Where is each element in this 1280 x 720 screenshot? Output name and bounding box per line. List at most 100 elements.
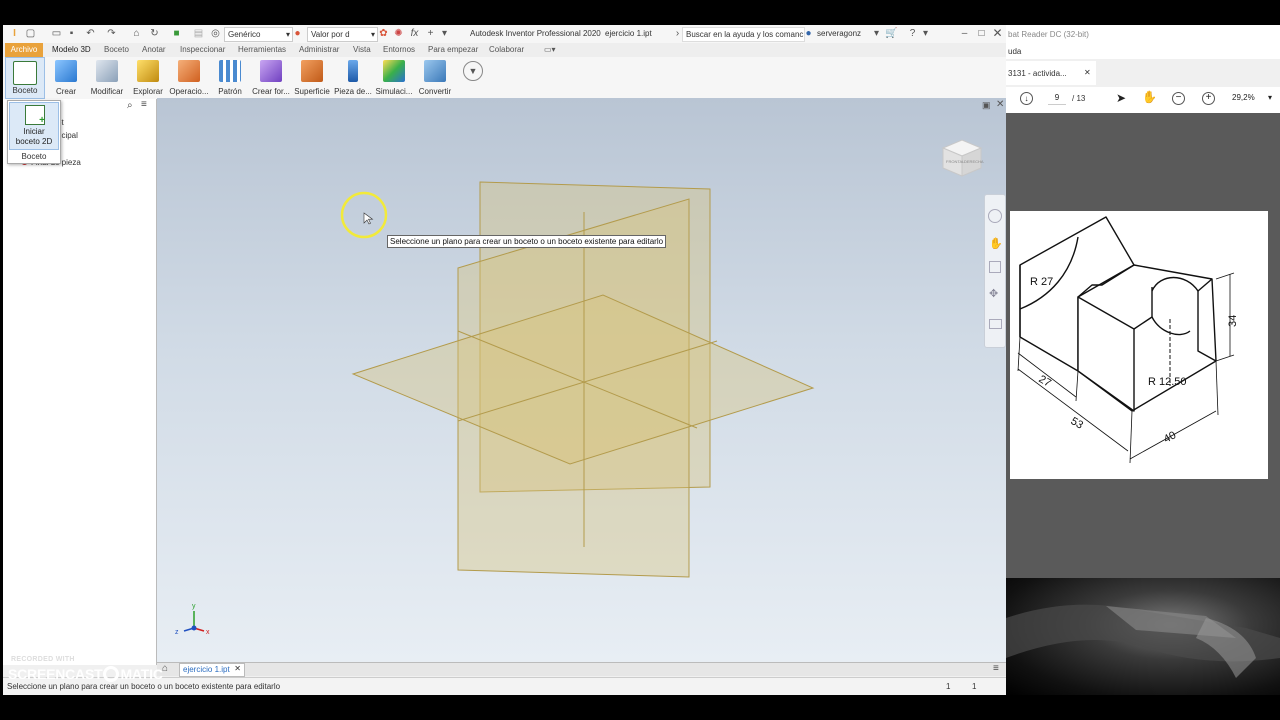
appearance-combo[interactable]: Valor por d ▾: [307, 27, 378, 42]
orbit-icon[interactable]: ✥: [989, 287, 998, 300]
page-number-input[interactable]: 9: [1048, 92, 1066, 105]
view-cube[interactable]: FRONTAL DERECHA: [937, 132, 987, 182]
maximize-icon[interactable]: □: [976, 28, 987, 39]
next-page-icon[interactable]: ↓: [1020, 92, 1033, 105]
browser-search-icon[interactable]: ⌕: [127, 100, 133, 111]
modificar-button[interactable]: Modificar: [87, 57, 127, 99]
tab-vista[interactable]: Vista: [353, 45, 371, 54]
help-icon[interactable]: ?: [907, 28, 918, 39]
fx-icon[interactable]: fx: [409, 28, 420, 39]
update-icon[interactable]: ↻: [149, 28, 160, 39]
patron-button[interactable]: Patrón: [210, 57, 250, 99]
minimize-icon[interactable]: –: [959, 28, 970, 39]
tabs-menu-icon[interactable]: ≡: [993, 663, 999, 674]
zoom-in-icon[interactable]: +: [1202, 92, 1215, 105]
pan-icon[interactable]: ✋: [989, 237, 1003, 250]
acrobat-document-area[interactable]: R 27 34 R 12.50 27 53 40: [1006, 113, 1280, 578]
label-40: 40: [1162, 429, 1178, 445]
zoom-icon[interactable]: [989, 261, 1001, 273]
explorar-label: Explorar: [133, 87, 163, 96]
redo-icon[interactable]: ↷: [106, 28, 117, 39]
record-icon: [103, 666, 120, 682]
axis-triad: [183, 611, 205, 632]
home-icon[interactable]: ⌂: [131, 28, 142, 39]
adjust-icon[interactable]: ✺: [393, 28, 404, 39]
simulation-icon: [383, 60, 405, 82]
photo-thumbnail: [1006, 578, 1280, 695]
tab-inspeccionar[interactable]: Inspeccionar: [180, 45, 225, 54]
ribbon-expand-icon[interactable]: ▼: [463, 61, 483, 81]
tab-herramientas[interactable]: Herramientas: [238, 45, 286, 54]
new-file-icon[interactable]: ▢: [25, 28, 36, 39]
panel-options-icon[interactable]: ▭▾: [544, 45, 556, 54]
customize-icon[interactable]: ▾: [439, 28, 450, 39]
tooltip: Seleccione un plano para crear un boceto…: [387, 235, 667, 248]
tab-modelo-3d[interactable]: Modelo 3D: [52, 45, 91, 54]
tab-archivo-label: Archivo: [10, 45, 38, 54]
explorar-button[interactable]: Explorar: [128, 57, 168, 99]
label-r1250: R 12.50: [1148, 376, 1187, 388]
appearance-combo-value: Valor por d: [311, 30, 350, 39]
save-icon[interactable]: ▪: [66, 28, 77, 39]
page-total: / 13: [1072, 94, 1086, 103]
tab-entornos[interactable]: Entornos: [383, 45, 415, 54]
zoom-select[interactable]: 29,2% ▾: [1232, 92, 1272, 104]
browser-menu-icon[interactable]: ≡: [141, 99, 147, 110]
boceto-button[interactable]: Boceto: [5, 57, 45, 99]
look-at-icon[interactable]: [989, 319, 1002, 329]
doc-tab-close-icon[interactable]: ✕: [234, 664, 241, 673]
hand-tool-icon[interactable]: ✋: [1142, 90, 1157, 104]
view-close-icon[interactable]: ✕: [996, 99, 1004, 110]
tab-anotar[interactable]: Anotar: [142, 45, 166, 54]
undo-icon[interactable]: ↶: [85, 28, 96, 39]
pdf-page: R 27 34 R 12.50 27 53 40: [1010, 211, 1268, 479]
clear-appearance-icon[interactable]: ✿: [378, 28, 389, 39]
open-file-icon[interactable]: ▭: [51, 28, 62, 39]
axis-z-label: z: [175, 629, 179, 636]
plus-icon[interactable]: +: [425, 28, 436, 39]
zoom-value: 29,2%: [1232, 93, 1255, 102]
acrobat-doc-tab[interactable]: 3131 - activida... ✕: [1006, 61, 1096, 85]
crear-forma-label: Crear for...: [252, 87, 290, 96]
graphics-viewport[interactable]: y x z FRONTAL DERECHA ▣ ✕ ✋ ✥ Seleccione…: [157, 98, 1006, 663]
viewcube-right-label: DERECHA: [964, 159, 984, 164]
return-icon[interactable]: ■: [171, 28, 182, 39]
simulacion-button[interactable]: Simulaci...: [374, 57, 414, 99]
zoom-out-icon[interactable]: −: [1172, 92, 1185, 105]
acrobat-window: bat Reader DC (32-bit) uda 3131 - activi…: [1006, 25, 1280, 695]
select-tool-icon[interactable]: ➤: [1116, 91, 1126, 105]
tab-administrar[interactable]: Administrar: [299, 45, 339, 54]
navigation-bar: ✋ ✥: [984, 194, 1006, 348]
select-icon[interactable]: ▤: [193, 28, 204, 39]
material-combo[interactable]: Genérico ▾: [224, 27, 293, 42]
acrobat-menu-help[interactable]: uda: [1008, 47, 1021, 56]
crear-button[interactable]: Crear: [46, 57, 86, 99]
tab-colaborar[interactable]: Colaborar: [489, 45, 524, 54]
start-2d-sketch-button[interactable]: + Iniciar boceto 2D: [9, 102, 59, 150]
close-icon[interactable]: ✕: [992, 27, 1003, 39]
user-name[interactable]: serveragonz: [817, 29, 861, 38]
photo-image: [1006, 604, 1280, 678]
doc-tab-ejercicio[interactable]: ejercicio 1.ipt ✕: [179, 663, 245, 677]
tab-boceto[interactable]: Boceto: [104, 45, 129, 54]
operaciones-button[interactable]: Operacio...: [169, 57, 209, 99]
help-search-input[interactable]: Buscar en la ayuda y los comanc: [682, 27, 805, 42]
restore-view-icon[interactable]: ▣: [982, 100, 991, 111]
superficie-button[interactable]: Superficie: [292, 57, 332, 99]
boceto-dropdown: + Iniciar boceto 2D Boceto: [7, 100, 61, 164]
cart-icon[interactable]: 🛒: [885, 28, 897, 39]
acrobat-tab-close-icon[interactable]: ✕: [1084, 68, 1091, 77]
create-icon: [55, 60, 77, 82]
steering-wheel-icon[interactable]: [988, 209, 1002, 223]
watermark-matic: MATIC: [120, 666, 163, 682]
crear-forma-button[interactable]: Crear for...: [251, 57, 291, 99]
origin-planes[interactable]: y x z: [157, 98, 1006, 663]
tab-para-empezar[interactable]: Para empezar: [428, 45, 478, 54]
material-combo-value: Genérico: [228, 30, 261, 39]
convertir-button[interactable]: Convertir: [415, 57, 455, 99]
patron-label: Patrón: [218, 87, 242, 96]
tab-archivo[interactable]: Archivo: [5, 43, 43, 57]
pieza-button[interactable]: Pieza de...: [333, 57, 373, 99]
help-dropdown-icon[interactable]: ▾: [920, 28, 931, 39]
user-dropdown-icon[interactable]: ▾: [871, 28, 882, 39]
